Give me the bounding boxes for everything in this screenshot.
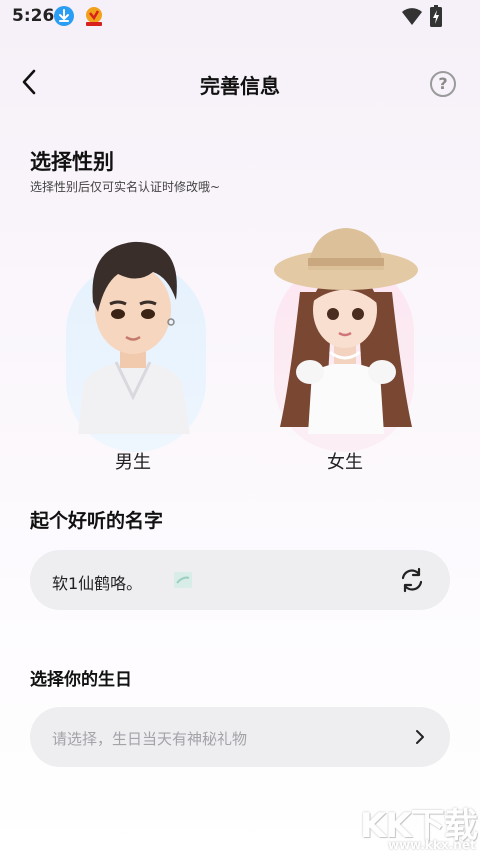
status-bar: 5:26 [0,0,480,34]
male-avatar [78,241,190,434]
status-time: 5:26 [12,6,55,26]
sticker-emoji-icon [174,572,192,588]
birthday-placeholder: 请选择，生日当天有神秘礼物 [52,730,248,748]
watermark-logo: KK下载 www.kkx.net [360,798,480,854]
refresh-name-button[interactable] [398,566,426,594]
watermark-url: www.kkx.net [388,838,476,852]
female-avatar [274,228,418,434]
refresh-icon [401,567,423,593]
nickname-field[interactable]: 软1仙鹤咯。 [30,550,450,610]
download-icon [54,6,74,26]
battery-icon [430,5,442,31]
gender-label-male: 男生 [115,452,151,473]
chevron-right-icon [416,730,424,744]
gender-option-female[interactable]: 女生 [270,222,420,474]
app-icon [82,5,106,27]
gender-hint: 选择性别后仅可实名认证时修改哦~ [30,180,221,194]
gender-label-female: 女生 [327,452,363,473]
name-section-title: 起个好听的名字 [30,510,164,532]
birthday-section-title: 选择你的生日 [30,670,132,690]
gender-section-title: 选择性别 [30,150,114,174]
gender-option-male[interactable]: 男生 [58,222,208,474]
birthday-picker[interactable]: 请选择，生日当天有神秘礼物 [30,707,450,767]
top-navigation: 完善信息 ? [0,56,480,108]
nickname-value: 软1仙鹤咯。 [52,574,143,593]
page-title: 完善信息 [200,74,280,98]
wifi-icon [402,8,422,30]
help-icon[interactable]: ? [430,71,456,97]
